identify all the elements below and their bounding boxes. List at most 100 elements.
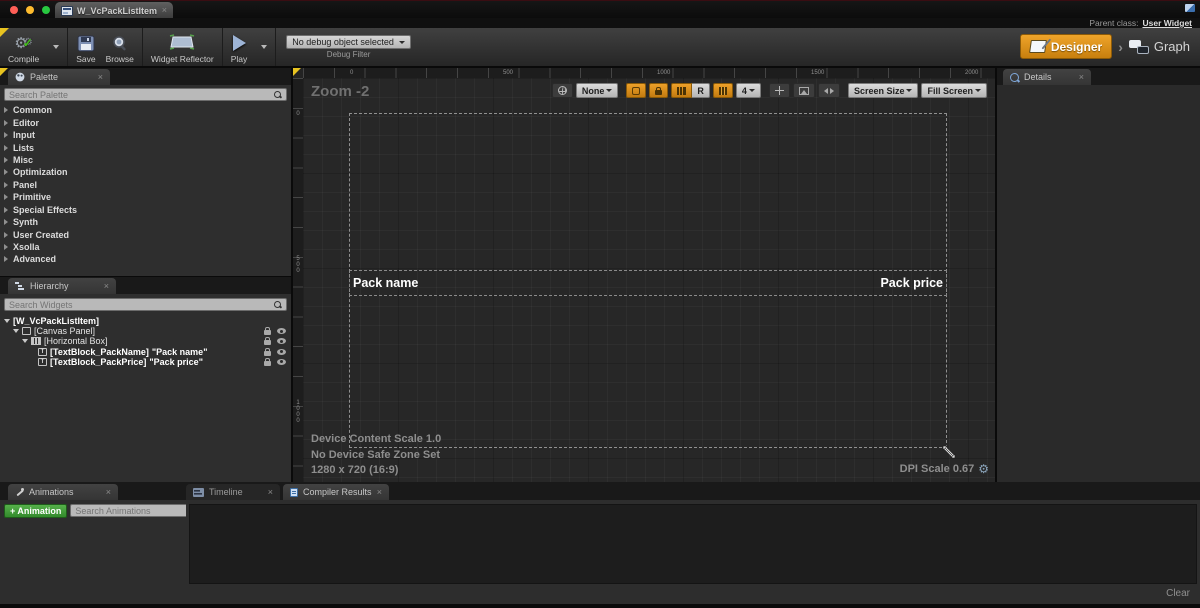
pack-price-textblock[interactable]: Pack price	[880, 276, 943, 290]
compiler-log-area[interactable]	[189, 504, 1197, 584]
tree-row-textblock-packname[interactable]: T [TextBlock_PackName] "Pack name"	[0, 347, 291, 357]
expander-icon[interactable]	[4, 120, 8, 126]
tree-row-horizontal-box[interactable]: [Horizontal Box]	[0, 336, 291, 346]
tab-timeline[interactable]: Timeline ×	[186, 484, 280, 500]
visibility-icon[interactable]	[277, 328, 286, 334]
designer-mode-button[interactable]: Designer	[1020, 34, 1112, 59]
expander-icon[interactable]	[22, 339, 28, 343]
tree-row-canvas-panel[interactable]: [Canvas Panel]	[0, 326, 291, 336]
expander-icon[interactable]	[4, 207, 8, 213]
compile-options-dropdown-icon[interactable]	[53, 45, 59, 49]
mode-switch: Designer › Graph	[1020, 34, 1190, 59]
rotation-mode-button[interactable]: R	[692, 83, 710, 98]
tab-close-icon[interactable]: ×	[98, 73, 103, 82]
expander-icon[interactable]	[4, 232, 8, 238]
tree-row-root[interactable]: [W_VcPackListItem]	[0, 316, 291, 326]
tab-palette[interactable]: Palette ×	[8, 69, 110, 85]
play-options-dropdown-icon[interactable]	[261, 45, 267, 49]
add-animation-button[interactable]: + Animation	[4, 504, 67, 518]
anchor-toggle-button[interactable]	[626, 83, 646, 98]
play-button[interactable]: Play	[231, 30, 248, 64]
palette-category-xsolla[interactable]: Xsolla	[0, 241, 291, 253]
device-content-scale-label: Device Content Scale 1.0	[311, 432, 441, 448]
lock-icon[interactable]	[264, 361, 271, 366]
minimize-window-button[interactable]	[26, 6, 34, 14]
palette-category-misc[interactable]: Misc	[0, 154, 291, 166]
widget-reflector-button[interactable]: Widget Reflector	[151, 30, 214, 64]
palette-search-input[interactable]	[9, 90, 269, 100]
transform-mode-button[interactable]	[769, 83, 790, 98]
tab-animations[interactable]: Animations ×	[8, 484, 118, 500]
hierarchy-search-input[interactable]	[9, 300, 269, 310]
screen-size-dropdown[interactable]: Screen Size	[848, 83, 919, 98]
horizontal-box-selection[interactable]: Pack name Pack price	[349, 270, 947, 296]
expander-icon[interactable]	[13, 329, 19, 333]
grid-size-dropdown[interactable]: 4	[736, 83, 761, 98]
resize-handle-icon[interactable]	[941, 444, 957, 460]
localization-preview-button[interactable]	[552, 83, 573, 98]
palette-category-user-created[interactable]: User Created	[0, 228, 291, 240]
visibility-icon[interactable]	[277, 338, 286, 344]
expander-icon[interactable]	[4, 157, 8, 163]
mirror-preview-button[interactable]	[818, 83, 840, 98]
expander-icon[interactable]	[4, 244, 8, 250]
palette-category-common[interactable]: Common	[0, 104, 291, 116]
browse-button[interactable]: Browse	[106, 30, 134, 64]
snap-grid-toggle-button[interactable]	[713, 83, 733, 98]
clear-log-button[interactable]: Clear	[1166, 588, 1190, 599]
dpi-settings-gear-icon[interactable]: ⚙	[978, 463, 989, 475]
palette-category-special-effects[interactable]: Special Effects	[0, 204, 291, 216]
palette-search[interactable]	[4, 88, 287, 101]
tab-close-icon[interactable]: ×	[104, 282, 109, 291]
asset-tab[interactable]: W_VcPackListItem ×	[55, 2, 173, 19]
expander-icon[interactable]	[4, 182, 8, 188]
lock-icon[interactable]	[264, 351, 271, 356]
tab-close-icon[interactable]: ×	[268, 488, 273, 497]
preview-background-button[interactable]	[793, 83, 815, 98]
expander-icon[interactable]	[4, 219, 8, 225]
tree-row-textblock-packprice[interactable]: T [TextBlock_PackPrice] "Pack price"	[0, 357, 291, 367]
zoom-level-label: Zoom -2	[311, 83, 369, 100]
tab-close-icon[interactable]: ×	[377, 488, 382, 497]
compile-button[interactable]: ⚙ ⚙ ✓ Compile	[8, 30, 39, 64]
fill-screen-dropdown[interactable]: Fill Screen	[921, 83, 987, 98]
animations-search-input[interactable]	[75, 506, 192, 516]
flag-dropdown[interactable]: None	[576, 83, 619, 98]
debug-object-dropdown[interactable]: No debug object selected	[286, 35, 411, 49]
palette-category-panel[interactable]: Panel	[0, 179, 291, 191]
palette-category-input[interactable]: Input	[0, 129, 291, 141]
expander-icon[interactable]	[4, 194, 8, 200]
palette-category-advanced[interactable]: Advanced	[0, 253, 291, 265]
palette-category-editor[interactable]: Editor	[0, 116, 291, 128]
tab-close-icon[interactable]: ×	[1079, 73, 1084, 82]
save-button[interactable]: Save	[76, 30, 95, 64]
expander-icon[interactable]	[4, 169, 8, 175]
zoom-window-button[interactable]	[42, 6, 50, 14]
grid-snap-button[interactable]	[671, 83, 692, 98]
close-window-button[interactable]	[10, 6, 18, 14]
expander-icon[interactable]	[4, 145, 8, 151]
hierarchy-search[interactable]	[4, 298, 287, 311]
asset-tab-close-icon[interactable]: ×	[162, 6, 167, 15]
palette-category-synth[interactable]: Synth	[0, 216, 291, 228]
lock-icon[interactable]	[264, 340, 271, 345]
lock-icon[interactable]	[264, 330, 271, 335]
visibility-icon[interactable]	[277, 349, 286, 355]
lock-widget-button[interactable]	[649, 83, 668, 98]
tab-details[interactable]: Details ×	[1003, 69, 1091, 85]
expander-icon[interactable]	[4, 319, 10, 323]
tab-hierarchy[interactable]: Hierarchy ×	[8, 278, 116, 294]
graph-mode-button[interactable]: Graph	[1129, 39, 1190, 54]
expander-icon[interactable]	[4, 132, 8, 138]
design-canvas[interactable]: Zoom -2 None R 4 Screen Size Fi	[303, 78, 995, 482]
parent-class-link[interactable]: User Widget	[1142, 18, 1192, 28]
tab-close-icon[interactable]: ×	[106, 488, 111, 497]
palette-category-optimization[interactable]: Optimization	[0, 166, 291, 178]
visibility-icon[interactable]	[277, 359, 286, 365]
pack-name-textblock[interactable]: Pack name	[353, 276, 418, 290]
palette-category-primitive[interactable]: Primitive	[0, 191, 291, 203]
tab-compiler-results[interactable]: Compiler Results ×	[283, 484, 389, 500]
palette-category-lists[interactable]: Lists	[0, 141, 291, 153]
expander-icon[interactable]	[4, 107, 8, 113]
expander-icon[interactable]	[4, 256, 8, 262]
